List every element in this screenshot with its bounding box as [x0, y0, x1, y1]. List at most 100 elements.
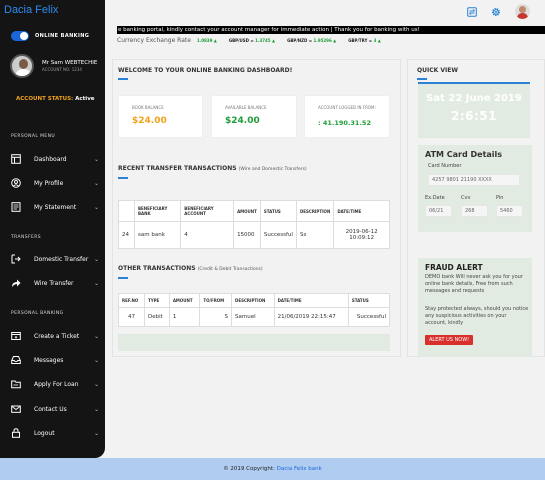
user-name: Mr Sam WEBTECHIE — [42, 60, 98, 66]
chevron-down-icon: ⌄ — [93, 405, 99, 413]
atm-card-title: ATM Card Details — [425, 150, 503, 159]
fraud-alert-text: DEMO bank Will never ask you for your on… — [425, 274, 523, 294]
ticket-icon — [11, 332, 21, 340]
envelope-icon — [11, 405, 21, 413]
empty-notice-bar — [118, 334, 390, 351]
other-transactions-title: OTHER TRANSACTIONS (Credit & Debit Trans… — [118, 265, 263, 272]
chevron-down-icon: ⌄ — [93, 203, 99, 211]
brand-logo[interactable]: Dacia Felix — [4, 4, 58, 16]
account-number: ACCOUNT NO: 1234 — [42, 67, 82, 72]
card-number-label: Card Number — [428, 163, 462, 169]
current-time: 2:6:51 — [451, 109, 497, 123]
clock-card: Sat 22 June 2019 2:6:51 — [418, 82, 530, 138]
sidebar-item-label: Logout — [34, 429, 55, 437]
ex-date-label: Ex.Date — [425, 195, 445, 201]
card-number-field: 4257 9801 21190 XXXX — [428, 174, 520, 186]
atm-card-details: ATM Card Details Card Number 4257 9801 2… — [418, 145, 532, 232]
cvv-field: 268 — [461, 205, 488, 217]
footer: © 2019 Copyright: Dacia Felix bank — [0, 458, 545, 480]
current-date: Sat 22 June 2019 — [426, 93, 522, 104]
dashboard-icon — [11, 154, 21, 164]
section-transfers: TRANSFERS — [11, 235, 42, 240]
table-row: 47 Debit 1 S Samuel 21/06/2019 22:15:47 … — [118, 307, 391, 327]
fraud-alert-card: FRAUD ALERT DEMO bank Will never ask you… — [418, 258, 532, 357]
copyright-text: © 2019 Copyright: — [223, 466, 275, 472]
sidebar: Dacia Felix ONLINE BANKING Mr Sam WEBTEC… — [0, 0, 105, 458]
share-arrow-icon — [12, 279, 21, 287]
sidebar-item-domestic-transfer[interactable]: Domestic Transfer ⌄ — [11, 252, 99, 266]
transfer-icon — [11, 254, 21, 264]
title-underline — [417, 78, 427, 80]
chevron-down-icon: ⌄ — [93, 179, 99, 187]
online-banking-toggle[interactable] — [11, 31, 29, 41]
sidebar-item-label: Contact Us — [34, 405, 67, 413]
sidebar-item-label: My Statement — [34, 203, 77, 211]
available-balance-value: $24.00 — [225, 116, 260, 126]
recent-transfers-title: RECENT TRANSFER TRANSACTIONS (Wire and D… — [118, 165, 307, 172]
chevron-down-icon: ⌄ — [93, 279, 99, 287]
sidebar-item-label: Create a Ticket — [34, 332, 80, 340]
section-personal-menu: PERSONAL MENU — [11, 134, 56, 139]
fraud-alert-text: Stay protected always, should you notice… — [425, 306, 529, 326]
footer-bank-link[interactable]: Dacia Felix bank — [277, 466, 322, 472]
chevron-down-icon: ⌄ — [93, 380, 99, 388]
statement-icon — [11, 202, 21, 212]
exchange-rate-title: Currency Exchange Rate — [117, 37, 191, 44]
account-status: ACCOUNT STATUS: Active — [16, 96, 95, 102]
alert-us-button[interactable]: ALERT US NOW! — [425, 335, 474, 345]
login-ip-value: : 41.190.31.52 — [318, 119, 371, 127]
login-ip-card: ACCOUNT LOGGED IN FROM: : 41.190.31.52 — [304, 95, 390, 138]
login-ip-label: ACCOUNT LOGGED IN FROM: — [318, 105, 376, 110]
sidebar-item-label: Domestic Transfer — [34, 255, 89, 263]
ex-date-field: 06/21 — [425, 205, 452, 217]
chevron-down-icon: ⌄ — [93, 356, 99, 364]
title-underline — [118, 277, 128, 279]
exchange-rate-item: 1.0839 ▲ — [196, 38, 217, 43]
fraud-alert-title: FRAUD ALERT — [425, 263, 483, 272]
user-profile: Mr Sam WEBTECHIE ACCOUNT NO: 1234 — [10, 54, 97, 78]
online-banking-label: ONLINE BANKING — [35, 33, 90, 39]
recent-transfers-table: BENEFICIARY BANK BENEFICIARY ACCOUNT AMO… — [118, 200, 390, 249]
quick-view-title: QUICK VIEW — [417, 67, 458, 74]
title-underline — [118, 78, 128, 80]
account-status-value: Active — [75, 96, 95, 102]
gear-icon[interactable] — [491, 7, 501, 17]
sidebar-item-label: Wire Transfer — [34, 279, 74, 287]
book-balance-value: $24.00 — [132, 116, 167, 126]
sidebar-item-wire-transfer[interactable]: Wire Transfer ⌄ — [11, 276, 99, 290]
sidebar-item-contact-us[interactable]: Contact Us ⌄ — [11, 402, 99, 416]
announcement-marquee: e banking portal, kindly contact your ac… — [117, 26, 545, 34]
lock-icon — [12, 428, 20, 438]
sidebar-item-label: Apply For Loan — [34, 380, 79, 388]
chevron-down-icon: ⌄ — [93, 332, 99, 340]
chevron-down-icon: ⌄ — [93, 155, 99, 163]
sidebar-item-logout[interactable]: Logout ⌄ — [11, 426, 99, 440]
book-balance-card: BOOK BALANCE $24.00 — [118, 95, 203, 138]
table-row: 24 sam bank 4 15000 Successful Ss 2019-0… — [118, 221, 390, 249]
avatar[interactable] — [10, 54, 34, 78]
inbox-icon — [11, 356, 21, 364]
sidebar-item-apply-loan[interactable]: Apply For Loan ⌄ — [11, 377, 99, 391]
sidebar-item-dashboard[interactable]: Dashboard ⌄ — [11, 152, 99, 166]
exchange-rate-ticker: Currency Exchange Rate 1.0839 ▲ GBP/USD … — [117, 36, 393, 45]
sidebar-item-label: My Profile — [34, 179, 64, 187]
chevron-down-icon: ⌄ — [93, 429, 99, 437]
welcome-title: WELCOME TO YOUR ONLINE BANKING DASHBOARD… — [118, 67, 293, 74]
exchange-rate-item: GBP/TRY = 3 ▲ — [348, 38, 381, 43]
top-header — [105, 0, 545, 26]
exchange-rate-item: GBP/USD = 1.3745 ▲ — [228, 38, 276, 43]
transfer-icon[interactable] — [467, 7, 477, 17]
book-balance-label: BOOK BALANCE — [132, 105, 164, 110]
sidebar-item-create-ticket[interactable]: Create a Ticket ⌄ — [11, 329, 99, 343]
section-personal-banking: PERSONAL BANKING — [11, 311, 64, 316]
exchange-rate-item: GBP/NZD = 1.95296 ▲ — [287, 38, 337, 43]
sidebar-item-my-profile[interactable]: My Profile ⌄ — [11, 176, 99, 190]
account-status-label: ACCOUNT STATUS: — [16, 96, 74, 102]
sidebar-item-messages[interactable]: Messages ⌄ — [11, 353, 99, 367]
user-circle-icon — [11, 178, 21, 188]
pin-label: Pin — [496, 195, 504, 201]
avatar[interactable] — [515, 4, 530, 19]
pin-field: 5460 — [496, 205, 523, 217]
sidebar-item-my-statement[interactable]: My Statement ⌄ — [11, 200, 99, 214]
title-underline — [118, 177, 128, 179]
